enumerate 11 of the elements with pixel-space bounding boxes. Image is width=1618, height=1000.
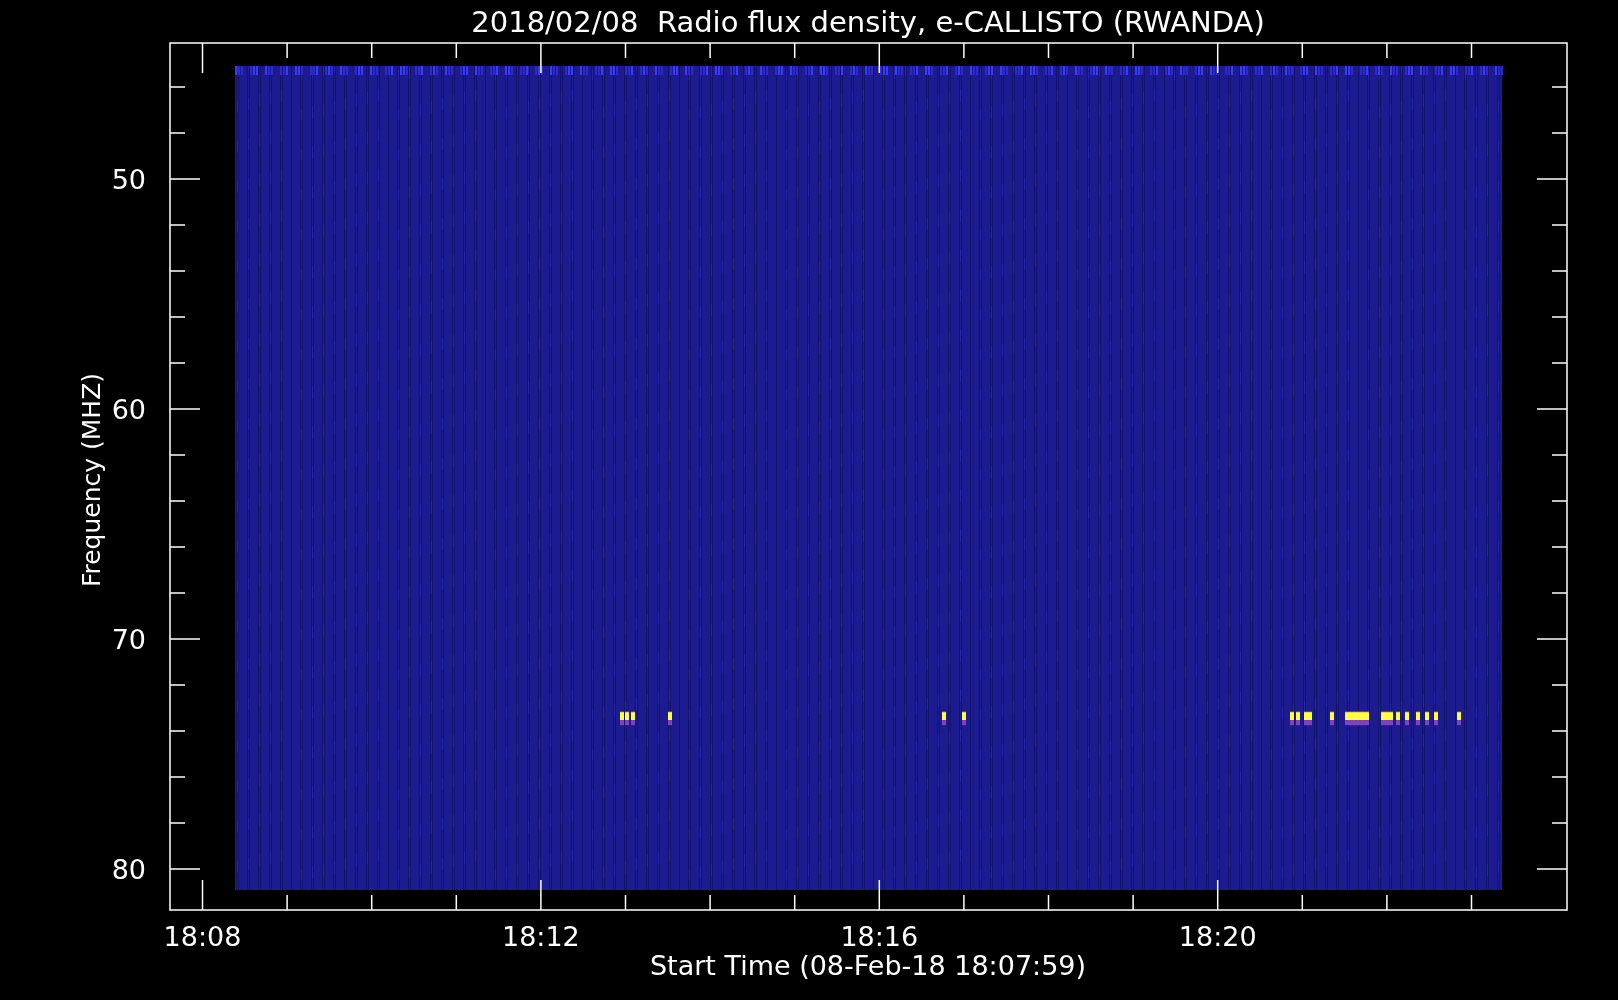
x-tick-label: 18:08	[163, 921, 242, 952]
x-axis-title: Start Time (08-Feb-18 18:07:59)	[649, 950, 1087, 981]
y-tick-label: 50	[111, 164, 146, 195]
x-tick-label: 18:16	[840, 921, 919, 952]
x-tick-label: 18:20	[1178, 921, 1257, 952]
x-tick-label: 18:12	[502, 921, 580, 952]
y-tick-label: 80	[111, 854, 146, 885]
y-tick-label: 60	[111, 394, 146, 425]
y-tick-label: 70	[111, 624, 146, 655]
plot-title: 2018/02/08 Radio flux density, e-CALLISTO (RWANDA)	[471, 5, 1265, 39]
y-axis-title: Frequency (MHZ)	[77, 372, 106, 588]
